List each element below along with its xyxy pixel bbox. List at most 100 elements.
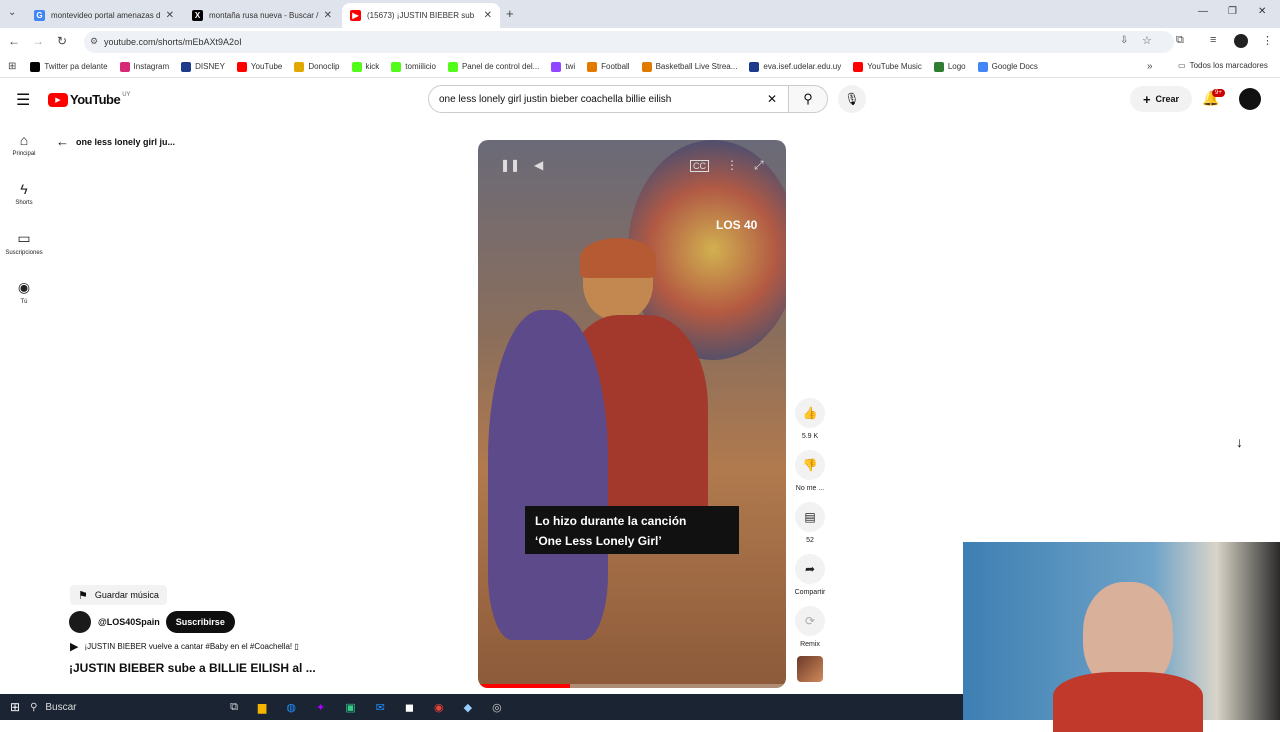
- close-tab-icon[interactable]: ✕: [166, 10, 174, 21]
- progress-track[interactable]: [478, 684, 786, 688]
- bookmark-label: YouTube Music: [867, 62, 922, 71]
- bookmark-item[interactable]: YouTube: [236, 61, 282, 72]
- forward-icon[interactable]: →: [26, 34, 50, 48]
- comments-button[interactable]: ▤ 52: [790, 502, 830, 544]
- windows-start-icon[interactable]: ⊞: [10, 700, 20, 714]
- app-icon[interactable]: ◆: [464, 701, 472, 714]
- browser-tab-1[interactable]: G montevideo portal amenazas d ✕: [26, 3, 182, 28]
- taskbar-search[interactable]: ⚲ Buscar: [30, 694, 220, 720]
- bookmark-item[interactable]: Donoclip: [294, 61, 340, 72]
- app-icon[interactable]: ◎: [492, 701, 502, 714]
- more-bookmarks-icon[interactable]: »: [1147, 61, 1153, 72]
- subscribe-button[interactable]: Suscribirse: [165, 611, 235, 633]
- search-icon: ⚲: [803, 91, 813, 106]
- new-tab-icon[interactable]: +: [506, 6, 514, 21]
- copilot-icon[interactable]: ✦: [316, 701, 325, 714]
- menu-icon[interactable]: ⋮: [1262, 34, 1273, 47]
- sidebar-item-home[interactable]: ⌂ Principal: [0, 132, 48, 157]
- close-tab-icon[interactable]: ✕: [484, 10, 492, 21]
- chrome-icon[interactable]: ◉: [434, 701, 444, 714]
- epic-games-icon[interactable]: ◼: [405, 701, 414, 714]
- bookmark-item[interactable]: Twitter pa delante: [30, 61, 108, 72]
- folder-icon: ▭: [1178, 61, 1186, 70]
- file-explorer-icon[interactable]: ▆: [258, 701, 266, 714]
- bookmark-item[interactable]: Basketball Live Strea...: [641, 61, 737, 72]
- volume-icon[interactable]: ◀: [534, 158, 543, 172]
- bookmark-icon: ⚑: [78, 589, 88, 602]
- sound-thumbnail[interactable]: [797, 656, 823, 682]
- bookmark-label: Panel de control del...: [461, 62, 540, 71]
- voice-search-button[interactable]: 🎙: [838, 85, 866, 113]
- store-icon[interactable]: ▣: [345, 701, 355, 714]
- outlook-icon[interactable]: ✉: [376, 701, 385, 714]
- shorts-video-player[interactable]: ❚❚ ◀ CC ⋮ ⤢ LOS 40 Lo hizo durante la ca…: [478, 140, 786, 688]
- bookmark-item[interactable]: DISNEY: [181, 61, 225, 72]
- sidebar-item-you[interactable]: ◉ Tú: [0, 279, 48, 305]
- tab-list-icon[interactable]: ⌄: [8, 7, 16, 18]
- bookmark-item[interactable]: Logo: [933, 61, 966, 72]
- reload-icon[interactable]: ↻: [50, 34, 74, 48]
- thumbs-up-icon: 👍: [795, 398, 825, 428]
- share-button[interactable]: ➦ Compartir: [790, 554, 830, 596]
- bookmark-label: Donoclip: [308, 62, 340, 71]
- star-icon[interactable]: ☆: [1142, 34, 1152, 47]
- bookmark-label: twi: [565, 62, 576, 71]
- bookmark-item[interactable]: Google Docs: [977, 61, 1038, 72]
- pause-icon[interactable]: ❚❚: [500, 158, 520, 172]
- install-icon[interactable]: ⇩: [1120, 35, 1128, 46]
- all-bookmarks[interactable]: ▭ Todos los marcadores: [1178, 61, 1268, 70]
- restore-icon[interactable]: ❐: [1228, 6, 1237, 17]
- sidebar-item-shorts[interactable]: ϟ Shorts: [0, 181, 48, 206]
- logo-text: YouTube: [70, 92, 121, 107]
- captions-icon[interactable]: CC: [690, 160, 709, 172]
- hamburger-icon[interactable]: ☰: [16, 90, 30, 110]
- play-icon: ▶: [70, 641, 79, 653]
- track-row[interactable]: ▶ ¡JUSTIN BIEBER vuelve a cantar #Baby e…: [70, 640, 299, 653]
- close-tab-icon[interactable]: ✕: [324, 10, 332, 21]
- create-button[interactable]: + Crear: [1130, 86, 1192, 112]
- dislike-button[interactable]: 👎 No me ...: [790, 450, 830, 492]
- profile-avatar[interactable]: [1234, 34, 1248, 48]
- back-to-results[interactable]: ← one less lonely girl ju...: [56, 134, 175, 149]
- youtube-logo[interactable]: ▶ YouTube UY: [48, 92, 131, 107]
- close-window-icon[interactable]: ✕: [1258, 6, 1266, 17]
- clear-search-icon[interactable]: ✕: [767, 92, 777, 106]
- channel-avatar[interactable]: [69, 611, 91, 633]
- bookmark-item[interactable]: Panel de control del...: [447, 61, 540, 72]
- save-music-button[interactable]: ⚑ Guardar música: [70, 585, 167, 605]
- fullscreen-icon[interactable]: ⤢: [754, 158, 764, 173]
- bookmark-item[interactable]: eva.isef.udelar.edu.uy: [749, 61, 841, 72]
- bookmark-item[interactable]: Instagram: [119, 61, 169, 72]
- bookmark-icon: [551, 61, 562, 72]
- sidebar-item-subscriptions[interactable]: ▭ Suscripciones: [0, 230, 48, 256]
- account-avatar[interactable]: [1239, 88, 1261, 110]
- url-field[interactable]: ⚙ youtube.com/shorts/mEbAXt9A2oI ⇩ ☆: [84, 31, 1174, 53]
- bookmark-item[interactable]: Football: [587, 61, 630, 72]
- extensions-icon[interactable]: ⧉: [1176, 34, 1184, 47]
- edge-icon[interactable]: ◍: [286, 701, 296, 714]
- search-button[interactable]: ⚲: [788, 85, 828, 113]
- search-input[interactable]: one less lonely girl justin bieber coach…: [428, 85, 792, 113]
- next-video-arrow-icon[interactable]: ↓: [1236, 434, 1243, 450]
- like-button[interactable]: 👍 5.9 K: [790, 398, 830, 440]
- sidebar-label: Suscripciones: [5, 250, 43, 256]
- channel-name[interactable]: @LOS40Spain: [98, 617, 160, 627]
- minimize-icon[interactable]: —: [1198, 6, 1208, 17]
- tab-title: montaña rusa nueva - Buscar /: [209, 11, 319, 20]
- remix-button[interactable]: ⟳ Remix: [790, 606, 830, 648]
- browser-tab-3[interactable]: ▶ (15673) ¡JUSTIN BIEBER sub ✕: [342, 3, 500, 28]
- more-options-icon[interactable]: ⋮: [726, 158, 738, 172]
- apps-icon[interactable]: ⊞: [8, 61, 16, 72]
- bookmarks-bar: ⊞ Twitter pa delante Instagram DISNEY YouTu…: [0, 56, 1280, 78]
- bookmark-item[interactable]: YouTube Music: [853, 61, 922, 72]
- back-icon[interactable]: ←: [2, 34, 26, 48]
- task-view-icon[interactable]: ⧉: [230, 701, 238, 714]
- browser-tab-2[interactable]: X montaña rusa nueva - Buscar / ✕: [184, 3, 340, 28]
- thumbs-down-icon: 👎: [795, 450, 825, 480]
- site-info-icon[interactable]: ⚙: [90, 36, 98, 47]
- bookmark-item[interactable]: twi: [551, 61, 576, 72]
- media-icon[interactable]: ≡: [1210, 34, 1216, 46]
- bookmark-item[interactable]: tomiilicio: [391, 61, 436, 72]
- bookmark-item[interactable]: kick: [351, 61, 379, 72]
- x-icon: X: [192, 10, 203, 21]
